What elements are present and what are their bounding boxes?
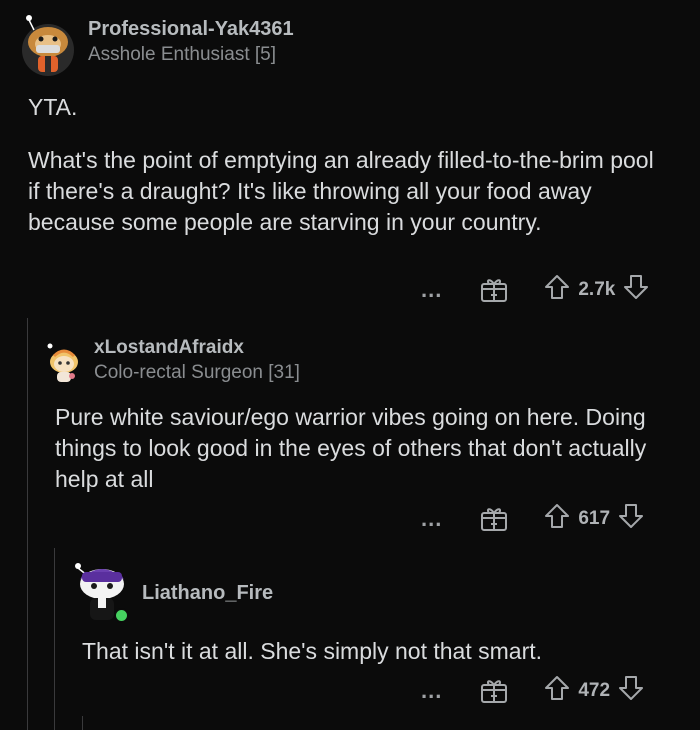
comment-body: YTA. What's the point of emptying an alr… [28, 92, 668, 238]
comment-actions: ... 617 [421, 503, 644, 534]
username[interactable]: Professional-Yak4361 [88, 18, 294, 41]
downvote-arrow-icon[interactable] [618, 675, 644, 706]
upvote-arrow-icon[interactable] [544, 675, 570, 706]
user-flair: Colo-rectal Surgeon [31] [94, 361, 300, 383]
online-status-indicator [114, 608, 129, 623]
downvote-arrow-icon[interactable] [618, 503, 644, 534]
comment-header: xLostandAfraidx Colo-rectal Surgeon [31] [46, 337, 300, 384]
snoo-avatar-icon [22, 15, 74, 76]
vote-score: 2.7k [578, 278, 616, 300]
avatar[interactable] [72, 558, 132, 624]
comment-meta: Professional-Yak4361 Asshole Enthusiast … [88, 18, 294, 66]
comment-meta: xLostandAfraidx Colo-rectal Surgeon [31] [94, 337, 300, 384]
upvote-arrow-icon[interactable] [544, 274, 570, 305]
comment-actions: ... 472 [421, 675, 644, 706]
snoo-avatar-icon [47, 343, 78, 382]
comment-xlostandafraidx: xLostandAfraidx Colo-rectal Surgeon [31]… [0, 330, 700, 540]
award-gift-icon[interactable] [480, 678, 508, 704]
vote-control: 472 [544, 675, 644, 706]
award-gift-icon[interactable] [480, 506, 508, 532]
comment-header: Liathano_Fire [72, 558, 273, 624]
more-options-icon[interactable]: ... [421, 679, 442, 702]
vote-score: 617 [578, 507, 611, 529]
avatar[interactable] [20, 14, 76, 76]
comment-paragraph: What's the point of emptying an already … [28, 147, 654, 235]
comment-paragraph: YTA. [28, 94, 78, 120]
comment-professional-yak4361: Professional-Yak4361 Asshole Enthusiast … [0, 0, 700, 310]
comment-body: That isn't it at all. She's simply not t… [82, 636, 682, 667]
comment-liathano-fire: Liathano_Fire That isn't it at all. She'… [0, 556, 700, 730]
upvote-arrow-icon[interactable] [544, 503, 570, 534]
comment-thread: Professional-Yak4361 Asshole Enthusiast … [0, 0, 700, 730]
comment-actions: ... 2.7k [421, 274, 649, 305]
vote-control: 617 [544, 503, 644, 534]
vote-score: 472 [578, 679, 611, 701]
comment-header: Professional-Yak4361 Asshole Enthusiast … [20, 14, 294, 76]
downvote-arrow-icon[interactable] [623, 274, 649, 305]
more-options-icon[interactable]: ... [421, 278, 442, 301]
comment-paragraph: That isn't it at all. She's simply not t… [82, 638, 543, 664]
award-gift-icon[interactable] [480, 277, 508, 303]
comment-meta: Liathano_Fire [142, 582, 273, 605]
more-options-icon[interactable]: ... [421, 507, 442, 530]
username[interactable]: Liathano_Fire [142, 582, 273, 605]
user-flair: Asshole Enthusiast [5] [88, 44, 276, 65]
comment-body: Pure white saviour/ego warrior vibes goi… [55, 402, 675, 495]
vote-control: 2.7k [544, 274, 649, 305]
username[interactable]: xLostandAfraidx [94, 337, 300, 359]
comment-paragraph: Pure white saviour/ego warrior vibes goi… [55, 404, 647, 492]
avatar[interactable] [46, 340, 82, 384]
